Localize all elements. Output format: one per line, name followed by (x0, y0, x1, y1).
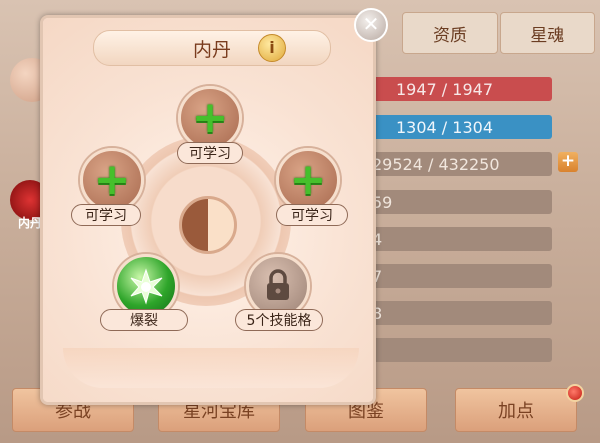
stat-row: 7 (350, 264, 552, 288)
add-exp-button[interactable]: + (558, 152, 578, 172)
plus-icon: + (191, 92, 229, 143)
mp-bar: 1304 / 1304 (350, 115, 552, 139)
neidan-dialog: 内丹 i + 可学习 + 可学习 + 可学习 爆裂 5个技能格 (40, 15, 376, 405)
dialog-base-decoration (63, 348, 359, 388)
hp-bar: 1947 / 1947 (350, 77, 552, 101)
stat-row (350, 338, 552, 362)
skill-slot-top[interactable]: + (178, 86, 242, 150)
slot-label: 可学习 (71, 204, 141, 226)
dialog-title: 内丹 (93, 30, 331, 66)
stat-row: 8 (350, 301, 552, 325)
skill-slot-left[interactable]: + (80, 148, 144, 212)
stat-row: 4 (350, 227, 552, 251)
skill-slot-right[interactable]: + (276, 148, 340, 212)
close-icon[interactable]: ✕ (354, 8, 388, 42)
notification-dot (566, 384, 584, 402)
neidan-label: 内丹 (18, 216, 43, 230)
slot-label: 爆裂 (100, 309, 188, 331)
yin-yang-icon (179, 196, 237, 254)
plus-icon: + (93, 154, 131, 205)
plus-icon: + (289, 154, 327, 205)
add-points-button[interactable]: 加点 (455, 388, 577, 432)
tab-star-soul[interactable]: 星魂 (499, 12, 595, 54)
exp-bar: 29524 / 432250 (350, 152, 552, 176)
tab-aptitude[interactable]: 资质 (402, 12, 498, 54)
slot-label: 可学习 (177, 142, 243, 164)
burst-skill-icon (117, 257, 175, 315)
slot-label: 5个技能格 (235, 309, 323, 331)
info-icon[interactable]: i (258, 34, 286, 62)
stat-row: 59 (350, 190, 552, 214)
lock-icon (249, 257, 307, 315)
slot-label: 可学习 (276, 204, 348, 226)
